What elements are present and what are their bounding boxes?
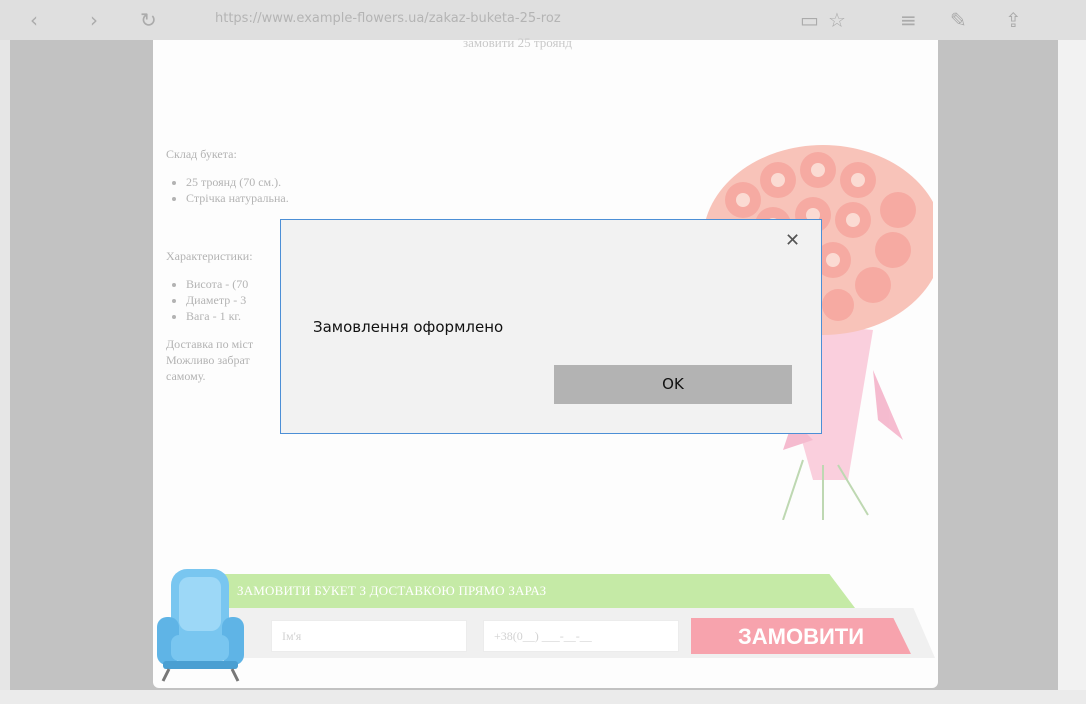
background-page-edge bbox=[0, 40, 10, 690]
list-item: Вага - 1 кг. bbox=[186, 308, 289, 324]
dialog-message: Замовлення оформлено bbox=[313, 318, 504, 336]
back-icon[interactable]: ‹ bbox=[30, 8, 38, 32]
reading-mode-icon[interactable]: ▭ bbox=[800, 8, 819, 32]
background-page-edge bbox=[1058, 40, 1086, 704]
close-icon[interactable]: ✕ bbox=[785, 230, 800, 251]
order-banner-text: ЗАМОВИТИ БУКЕТ З ДОСТАВКОЮ ПРЯМО ЗАРАЗ bbox=[237, 583, 547, 598]
list-item: Диаметр - 3 bbox=[186, 292, 289, 308]
forward-icon[interactable]: › bbox=[90, 8, 98, 32]
order-banner: ЗАМОВИТИ БУКЕТ З ДОСТАВКОЮ ПРЯМО ЗАРАЗ bbox=[215, 574, 855, 608]
delivery-line: Можливо забрат bbox=[166, 353, 250, 367]
delivery-line: самому. bbox=[166, 369, 206, 383]
address-bar[interactable]: https://www.example-flowers.ua/zakaz-buk… bbox=[215, 11, 765, 26]
share-icon[interactable]: ⇪ bbox=[1005, 8, 1022, 32]
characteristics-list: Висота - (70 Диаметр - 3 Вага - 1 кг. bbox=[166, 276, 289, 324]
product-description: Склад букета: 25 троянд (70 см.). Стрічк… bbox=[166, 146, 289, 384]
delivery-line: Доставка по міст bbox=[166, 337, 254, 351]
phone-input[interactable]: +38(0__) ___-__-__ bbox=[483, 620, 679, 652]
notes-icon[interactable]: ✎ bbox=[950, 8, 967, 32]
characteristics-title: Характеристики: bbox=[166, 249, 253, 263]
list-item: Стрічка натуральна. bbox=[186, 190, 289, 206]
order-button[interactable]: ЗАМОВИТИ bbox=[691, 618, 911, 654]
composition-title: Склад букета: bbox=[166, 147, 237, 161]
list-item: 25 троянд (70 см.). bbox=[186, 174, 289, 190]
list-item: Висота - (70 bbox=[186, 276, 289, 292]
ok-button[interactable]: OK bbox=[554, 365, 792, 404]
confirmation-dialog: ✕ Замовлення оформлено OK bbox=[280, 219, 822, 434]
favorite-icon[interactable]: ☆ bbox=[828, 8, 846, 32]
menu-icon[interactable]: ≡ bbox=[900, 8, 917, 32]
composition-list: 25 троянд (70 см.). Стрічка натуральна. bbox=[166, 174, 289, 206]
name-input[interactable]: Ім'я bbox=[271, 620, 467, 652]
background-page-edge bbox=[0, 690, 1086, 704]
armchair-image bbox=[157, 569, 244, 682]
popup-heading: замовити 25 троянд bbox=[463, 35, 573, 50]
browser-toolbar: ‹ › ↻ https://www.example-flowers.ua/zak… bbox=[0, 0, 1086, 40]
refresh-icon[interactable]: ↻ bbox=[140, 8, 157, 32]
